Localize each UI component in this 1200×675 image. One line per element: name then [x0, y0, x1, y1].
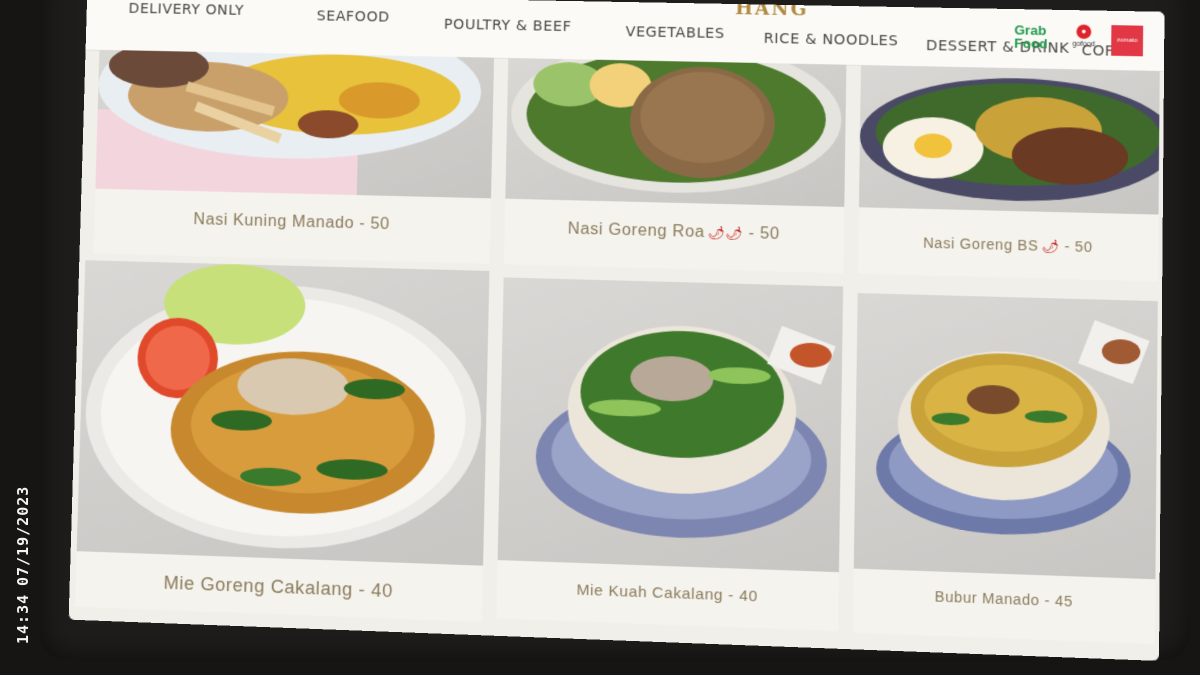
gofood-icon: ● — [1076, 24, 1092, 39]
dish-name: Mie Goreng Cakalang — [163, 572, 354, 600]
nav-item-rice-noodles[interactable]: RICE & NOODLES — [764, 31, 899, 50]
timestamp-date: 07/19/2023 — [14, 485, 32, 586]
dish-price: 50 — [759, 225, 780, 244]
nav-item-poultry-beef[interactable]: POULTRY & BEEF — [444, 17, 572, 35]
dish-name: Bubur Manado — [934, 588, 1040, 609]
delivery-partner-logos: Grab Food ● gofood zomato — [1014, 19, 1152, 62]
menu-card[interactable]: Nasi Goreng Roa 🌶🌶 - 50 — [503, 57, 847, 274]
menu-item-caption: Bubur Manado - 45 — [934, 588, 1073, 610]
menu-card[interactable]: Mie Goreng Cakalang - 40 — [75, 260, 490, 622]
zomato-logo[interactable]: zomato — [1111, 25, 1144, 57]
dish-price: 50 — [370, 215, 390, 234]
dish-photo-bubur-manado — [853, 293, 1158, 580]
dish-photo-nasi-goreng-roa — [505, 57, 847, 207]
dish-illustration — [875, 320, 1150, 539]
dish-photo-nasi-kuning — [95, 49, 495, 199]
dish-photo-mie-kuah-cakalang — [497, 277, 844, 573]
menu-item-caption: Nasi Goreng Roa 🌶🌶 - 50 — [567, 220, 780, 244]
nav-item-seafood[interactable]: SEAFOOD — [316, 8, 389, 25]
timestamp-time: 14:34 — [14, 593, 32, 644]
dish-illustration — [509, 57, 843, 197]
dish-price: 45 — [1054, 592, 1073, 610]
dish-illustration — [534, 322, 836, 543]
dish-price: 50 — [1074, 238, 1093, 256]
menu-card[interactable]: Nasi Goreng BS 🌶 - 50 — [857, 65, 1160, 282]
dish-photo-mie-goreng-cakalang — [76, 260, 490, 566]
menu-item-caption: Nasi Goreng BS 🌶 - 50 — [922, 234, 1093, 256]
dish-price: 40 — [738, 587, 758, 606]
dish-name: Nasi Goreng BS — [922, 234, 1039, 254]
timestamp-overlay: 07/19/2023 14:34 — [14, 486, 50, 646]
menu-card[interactable]: Nasi Kuning Manado - 50 — [93, 49, 495, 264]
dish-illustration — [859, 75, 1160, 205]
gofood-label: gofood — [1072, 40, 1096, 49]
dish-name: Nasi Goreng Roa — [567, 220, 705, 242]
dish-illustration — [81, 262, 484, 556]
dish-name: Nasi Kuning Manado — [193, 211, 355, 233]
menu-item-caption: Nasi Kuning Manado - 50 — [193, 211, 390, 234]
grabfood-logo[interactable]: Grab Food — [1014, 22, 1048, 51]
nav-item-vegetables[interactable]: VEGETABLES — [625, 24, 724, 42]
menu-card[interactable]: Mie Kuah Cakalang - 40 — [496, 277, 844, 632]
chili-icon: 🌶🌶 — [707, 224, 744, 242]
gofood-logo[interactable]: ● gofood — [1062, 24, 1105, 57]
menu-card[interactable]: Bubur Manado - 45 — [852, 293, 1158, 645]
dish-illustration — [95, 49, 483, 196]
chili-icon: 🌶 — [1041, 238, 1060, 255]
nav-item-delivery-only[interactable]: DELIVERY ONLY — [128, 1, 244, 19]
menu-item-caption: Mie Goreng Cakalang - 40 — [163, 572, 394, 602]
menu-item-caption: Mie Kuah Cakalang - 40 — [576, 581, 758, 606]
menu-screen: DELIVERY ONLY SEAFOOD POULTRY & BEEF VEG… — [68, 0, 1165, 661]
dish-price: 40 — [370, 580, 394, 602]
dish-photo-nasi-goreng-bs — [858, 65, 1160, 215]
dish-name: Mie Kuah Cakalang — [576, 581, 724, 605]
